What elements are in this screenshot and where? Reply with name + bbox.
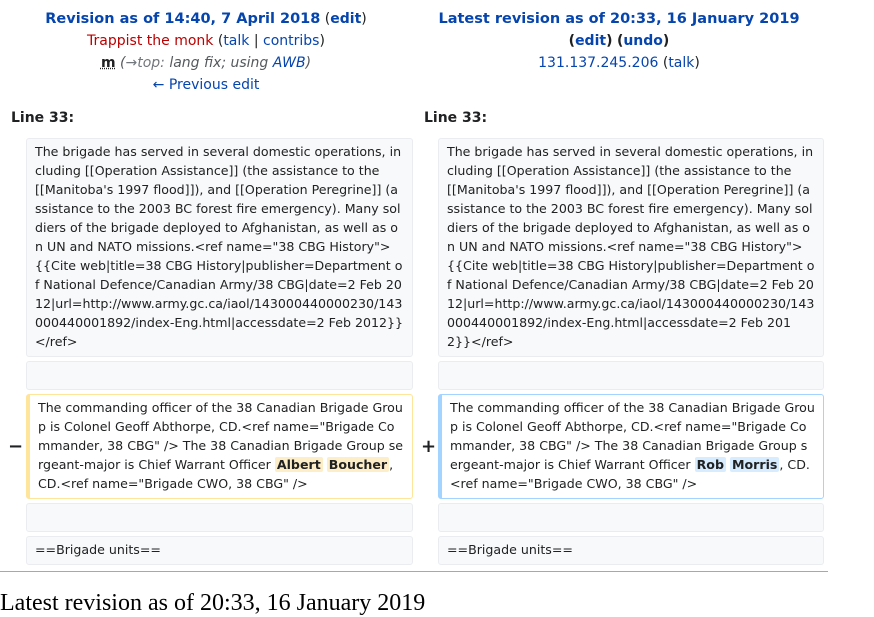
addition-marker: + [421,436,437,457]
deleted-word: Albert [274,457,323,472]
left-empty-line [26,361,413,390]
left-edit-link[interactable]: edit [330,11,361,27]
added-word: Morris [730,457,780,472]
minor-edit-flag: m [100,55,116,71]
left-contribs-link[interactable]: contribs [263,33,319,49]
deleted-word: Boucher [326,457,390,472]
previous-edit-link[interactable]: ← Previous edit [153,77,260,93]
awb-link[interactable]: AWB [273,55,306,71]
left-talk-link[interactable]: talk [223,33,249,49]
right-line-number: Line 33: [424,110,488,126]
added-line: The commanding officer of the 38 Canadia… [438,394,824,499]
right-section-heading-line: ==Brigade units== [438,536,824,565]
undo-link[interactable]: undo [623,33,663,49]
left-line-number: Line 33: [11,110,75,126]
left-revision-title[interactable]: Revision as of 14:40, 7 April 2018 [45,11,320,27]
right-revision-header: Latest revision as of 20:33, 16 January … [438,11,800,71]
right-context-block: The brigade has served in several domest… [438,138,824,357]
left-user-link[interactable]: Trappist the monk [87,33,213,49]
latest-revision-heading: Latest revision as of 20:33, 16 January … [0,590,426,616]
deleted-line: The commanding officer of the 38 Canadia… [26,394,413,499]
left-context-block: The brigade has served in several domest… [26,138,413,357]
divider [0,571,828,572]
left-revision-header: Revision as of 14:40, 7 April 2018 (edit… [45,11,367,93]
right-empty-line [438,361,824,390]
left-section-heading-line: ==Brigade units== [26,536,413,565]
added-word: Rob [694,457,726,472]
right-edit-link[interactable]: edit [575,33,606,49]
left-empty-line-2 [26,503,413,532]
right-revision-title[interactable]: Latest revision as of 20:33, 16 January … [438,11,799,27]
ip-user-link[interactable]: 131.137.245.206 [538,55,658,71]
right-talk-link[interactable]: talk [668,55,694,71]
right-empty-line-2 [438,503,824,532]
deletion-marker: − [8,436,24,457]
section-arrow-link[interactable]: →top: [125,55,164,71]
edit-summary: (→top: lang fix; using AWB) [120,55,312,71]
